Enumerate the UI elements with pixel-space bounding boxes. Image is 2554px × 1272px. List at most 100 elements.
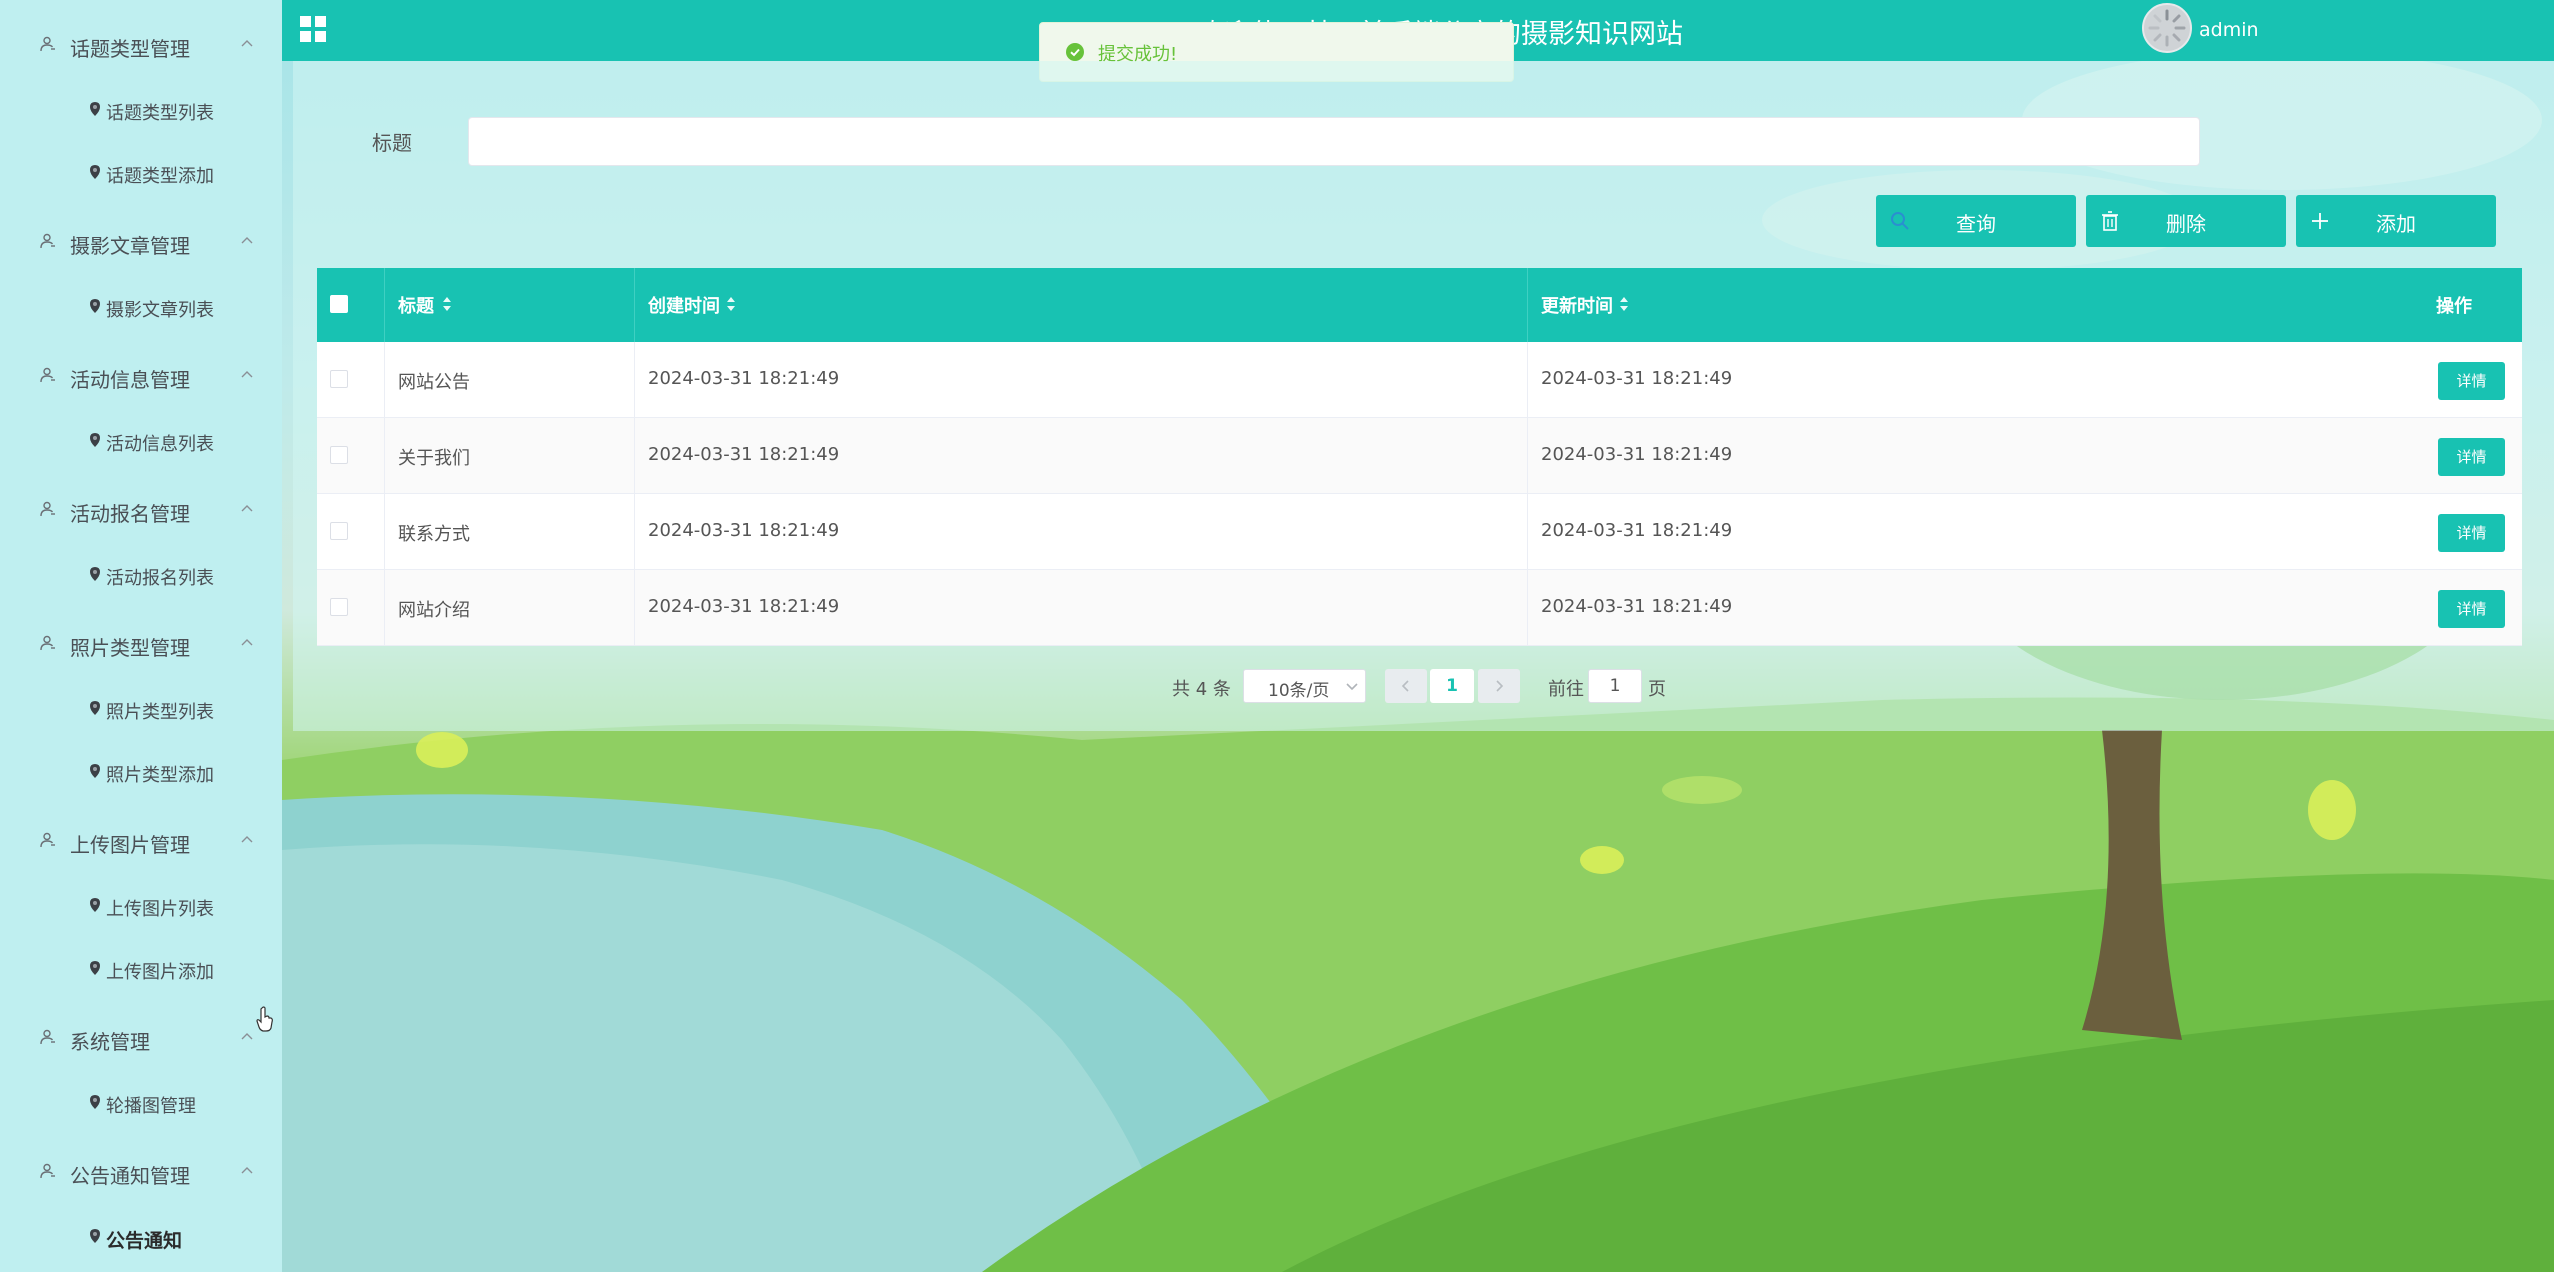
cell-updated: 2024-03-31 18:21:49 [1528, 418, 2522, 494]
delete-button[interactable]: 删除 [2086, 195, 2286, 247]
sort-icon[interactable] [726, 295, 736, 313]
goto-label: 前往 [1548, 679, 1584, 700]
cell-updated-text: 2024-03-31 18:21:49 [1541, 520, 1733, 541]
page-number-current[interactable]: 1 [1430, 669, 1474, 703]
sidebar-group[interactable]: 话题类型管理 [0, 21, 282, 67]
sidebar-group[interactable]: 公告通知管理 [0, 1148, 282, 1194]
column-header-actions: 操作 [2436, 296, 2472, 317]
sort-icon[interactable] [1619, 295, 1629, 313]
grid-icon[interactable] [300, 16, 326, 42]
sidebar-item[interactable]: 摄影文章列表 [0, 286, 282, 326]
detail-button[interactable]: 详情 [2438, 514, 2505, 552]
cell-created-text: 2024-03-31 18:21:49 [648, 368, 840, 389]
pin-icon [90, 567, 100, 581]
pin-icon [90, 1095, 100, 1109]
check-circle-icon [1066, 43, 1084, 61]
pin-icon [90, 165, 100, 179]
notice-table: 标题 创建时间 更新时间 操作 网站公告 2024-03-31 18:21:49 2… [317, 268, 2522, 646]
cell-created-text: 2024-03-31 18:21:49 [648, 520, 840, 541]
table-header: 标题 创建时间 更新时间 操作 [317, 268, 2522, 342]
sidebar-group-label: 活动信息管理 [70, 368, 190, 392]
user-icon [40, 501, 55, 517]
column-header-label: 更新时间 [1541, 296, 1613, 317]
sidebar-item[interactable]: 照片类型添加 [0, 751, 282, 791]
cell-created: 2024-03-31 18:21:49 [635, 494, 1528, 570]
pin-icon [90, 898, 100, 912]
row-select-cell [317, 418, 385, 494]
cell-updated-text: 2024-03-31 18:21:49 [1541, 444, 1733, 465]
sidebar-group[interactable]: 照片类型管理 [0, 620, 282, 666]
chevron-left-icon [1401, 680, 1409, 692]
sidebar-group[interactable]: 活动报名管理 [0, 486, 282, 532]
cell-title-text: 关于我们 [398, 448, 470, 469]
table-row[interactable]: 关于我们 2024-03-31 18:21:49 2024-03-31 18:21:… [317, 418, 2522, 494]
row-checkbox[interactable] [330, 598, 348, 616]
sidebar-item-label: 轮播图管理 [106, 1096, 196, 1117]
sidebar-group-label: 摄影文章管理 [70, 234, 190, 258]
chevron-up-icon [241, 505, 253, 512]
username[interactable]: admin [2199, 19, 2259, 41]
column-header-label: 创建时间 [648, 296, 720, 317]
sidebar-item[interactable]: 公告通知 [0, 1216, 282, 1256]
row-checkbox[interactable] [330, 370, 348, 388]
sidebar-item-label: 照片类型列表 [106, 702, 214, 723]
query-button[interactable]: 查询 [1876, 195, 2076, 247]
select-all-checkbox[interactable] [330, 295, 348, 313]
cell-title: 关于我们 [385, 418, 635, 494]
sidebar-item[interactable]: 照片类型列表 [0, 688, 282, 728]
sidebar-item[interactable]: 话题类型列表 [0, 89, 282, 129]
row-checkbox[interactable] [330, 446, 348, 464]
goto-page-input[interactable] [1588, 669, 1642, 703]
sidebar-group[interactable]: 摄影文章管理 [0, 218, 282, 264]
avatar-spinner-icon [2148, 9, 2186, 47]
column-header-label: 标题 [398, 296, 434, 317]
cell-title-text: 网站公告 [398, 372, 470, 393]
column-header-title[interactable]: 标题 [385, 268, 635, 342]
table-row[interactable]: 网站介绍 2024-03-31 18:21:49 2024-03-31 18:21:… [317, 570, 2522, 646]
row-select-cell [317, 494, 385, 570]
column-header-created[interactable]: 创建时间 [635, 268, 1528, 342]
user-icon [40, 1029, 55, 1045]
sidebar-item[interactable]: 话题类型添加 [0, 152, 282, 192]
page-size-select[interactable]: 10条/页 [1243, 669, 1366, 703]
header-select-cell [317, 268, 385, 342]
sort-icon[interactable] [442, 295, 452, 313]
sidebar: 话题类型管理话题类型列表 话题类型添加摄影文章管理摄影文章列表活动信息管理活动信息… [0, 0, 282, 1272]
sidebar-item[interactable]: 上传图片添加 [0, 948, 282, 988]
detail-button[interactable]: 详情 [2438, 590, 2505, 628]
user-icon [40, 367, 55, 383]
detail-button[interactable]: 详情 [2438, 438, 2505, 476]
cell-created-text: 2024-03-31 18:21:49 [648, 444, 840, 465]
cell-updated-text: 2024-03-31 18:21:49 [1541, 368, 1733, 389]
detail-button[interactable]: 详情 [2438, 362, 2505, 400]
sidebar-item[interactable]: 活动信息列表 [0, 420, 282, 460]
sidebar-item-label: 上传图片列表 [106, 899, 214, 920]
next-page-button[interactable] [1478, 669, 1520, 703]
pin-icon [90, 961, 100, 975]
add-button[interactable]: 添加 [2296, 195, 2496, 247]
avatar[interactable] [2142, 3, 2192, 53]
sidebar-group[interactable]: 系统管理 [0, 1014, 282, 1060]
table-row[interactable]: 网站公告 2024-03-31 18:21:49 2024-03-31 18:21:… [317, 342, 2522, 418]
row-checkbox[interactable] [330, 522, 348, 540]
sidebar-item-label: 活动报名列表 [106, 568, 214, 589]
cell-updated: 2024-03-31 18:21:49 [1528, 342, 2522, 418]
table-row[interactable]: 联系方式 2024-03-31 18:21:49 2024-03-31 18:21:… [317, 494, 2522, 570]
user-icon [40, 832, 55, 848]
title-search-input[interactable] [468, 117, 2200, 166]
chevron-up-icon [241, 639, 253, 646]
prev-page-button[interactable] [1385, 669, 1427, 703]
user-icon [40, 36, 55, 52]
sidebar-group-label: 系统管理 [70, 1030, 150, 1054]
sidebar-group[interactable]: 上传图片管理 [0, 817, 282, 863]
sidebar-item[interactable]: 轮播图管理 [0, 1082, 282, 1122]
pin-icon [90, 102, 100, 116]
column-header-updated[interactable]: 更新时间 操作 [1528, 268, 2522, 342]
user-icon [40, 1163, 55, 1179]
sidebar-item[interactable]: 活动报名列表 [0, 554, 282, 594]
sidebar-group[interactable]: 活动信息管理 [0, 352, 282, 398]
chevron-up-icon [241, 40, 253, 47]
sidebar-item[interactable]: 上传图片列表 [0, 885, 282, 925]
query-button-label: 查询 [1956, 212, 1996, 236]
cell-updated-text: 2024-03-31 18:21:49 [1541, 596, 1733, 617]
